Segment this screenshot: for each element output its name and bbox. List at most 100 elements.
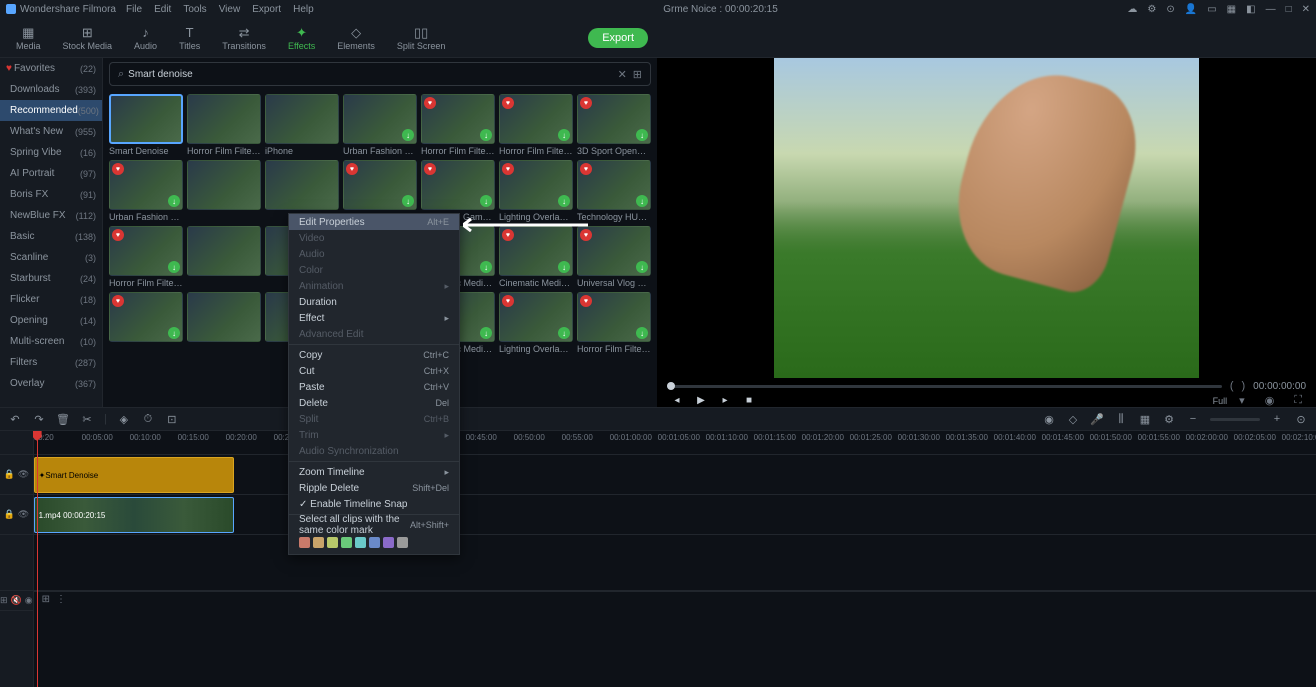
effect-clip[interactable]: ✦ Smart Denoise [34,457,234,493]
effect-cell[interactable]: ♥↓Lighting Overlay Overlay ... [499,160,573,222]
effect-cell[interactable]: ♥↓Horror Film Filter Pack O... [577,292,651,354]
color-swatch[interactable] [383,537,394,548]
cloud-icon[interactable]: ☁ [1127,4,1137,15]
effect-cell[interactable]: Smart Denoise [109,94,183,156]
effect-cell[interactable]: ♥↓Horror Film Filter Pack O... [421,94,495,156]
menu-tools[interactable]: Tools [183,4,206,15]
ctx-duration[interactable]: Duration [289,294,459,310]
effect-cell[interactable]: ♥↓ [109,292,183,354]
ctx-paste[interactable]: PasteCtrl+V [289,379,459,395]
color-swatch[interactable] [397,537,408,548]
menu-help[interactable]: Help [293,4,314,15]
settings2-icon[interactable]: ⚙ [1162,412,1176,426]
effect-cell[interactable] [187,226,261,288]
sidebar-item-basic[interactable]: Basic(138) [0,226,102,247]
download-badge-icon[interactable]: ↓ [168,195,180,207]
effect-cell[interactable]: iPhone [265,94,339,156]
snapshot-icon[interactable]: ◉ [1265,394,1275,407]
mic-icon[interactable]: 🎤 [1090,412,1104,426]
marker-button[interactable]: ◈ [117,412,131,426]
ctx-cut[interactable]: CutCtrl+X [289,363,459,379]
playhead[interactable] [37,431,38,687]
monitor-icon[interactable]: ▭ [1207,4,1216,15]
crop-button[interactable]: ⊡ [165,412,179,426]
track-head-video[interactable]: 🔒👁 [0,495,33,535]
sidebar-item-multi-screen[interactable]: Multi-screen(10) [0,331,102,352]
sidebar-item-what-s-new[interactable]: What's New(955) [0,121,102,142]
zoom-slider[interactable] [1210,418,1260,421]
ctx-enable-timeline-snap[interactable]: ✓ Enable Timeline Snap [289,496,459,512]
effect-cell[interactable]: ♥↓Technology HUD Pack O... [577,160,651,222]
tab-stock-media[interactable]: ⊞Stock Media [55,23,121,53]
menu-file[interactable]: File [126,4,142,15]
menu-export[interactable]: Export [252,4,281,15]
account-icon[interactable]: ◧ [1246,4,1255,15]
cut-button[interactable]: ✂ [80,412,94,426]
ctx-delete[interactable]: DeleteDel [289,395,459,411]
grid-view-icon[interactable]: ⊞ [633,68,642,81]
delete-button[interactable]: 🗑 [56,412,70,426]
bracket-in-icon[interactable]: ( [1230,380,1234,392]
zoomout-icon[interactable]: − [1186,412,1200,426]
video-clip[interactable]: 1.mp4 00:00:20:15 [34,497,234,533]
sidebar-item-starburst[interactable]: Starburst(24) [0,268,102,289]
play-button[interactable]: ▶ [695,395,707,407]
zoomin-icon[interactable]: + [1270,412,1284,426]
effect-cell[interactable]: ↓Urban Fashion Pack Over... [343,94,417,156]
video-track[interactable]: 1.mp4 00:00:20:15 [34,495,1316,535]
fullscreen-icon[interactable]: ⛶ [1294,394,1302,407]
layout-icon[interactable]: ▦ [1227,4,1236,15]
tab-titles[interactable]: TTitles [171,23,208,53]
color-swatch[interactable] [369,537,380,548]
download-badge-icon[interactable]: ↓ [480,129,492,141]
user-icon[interactable]: 👤 [1185,4,1197,15]
sidebar-item-opening[interactable]: Opening(14) [0,310,102,331]
color-swatch[interactable] [299,537,310,548]
tracks-icon[interactable]: ▦ [1138,412,1152,426]
eye-icon[interactable]: 👁 [18,469,29,480]
marker2-button[interactable]: ◇ [1066,412,1080,426]
fit-icon[interactable]: ⊙ [1294,412,1308,426]
download-badge-icon[interactable]: ↓ [636,195,648,207]
prev-frame-button[interactable]: ◂ [671,395,683,407]
sidebar-item-filters[interactable]: Filters(287) [0,352,102,373]
sidebar-item-ai-portrait[interactable]: AI Portrait(97) [0,163,102,184]
ctx-select-all-clips-with-the-same-color-mark[interactable]: Select all clips with the same color mar… [289,517,459,533]
download-badge-icon[interactable]: ↓ [402,129,414,141]
track-head-effect[interactable]: 🔒👁 [0,455,33,495]
tab-effects[interactable]: ✦Effects [280,23,323,53]
headphones-icon[interactable]: ⊙ [1166,4,1174,15]
sidebar-item-recommended[interactable]: Recommended(500) [0,100,102,121]
lock-icon[interactable]: 🔒 [3,469,14,480]
export-button[interactable]: Export [588,28,648,48]
download-badge-icon[interactable]: ↓ [558,129,570,141]
sidebar-item-spring-vibe[interactable]: Spring Vibe(16) [0,142,102,163]
download-badge-icon[interactable]: ↓ [402,195,414,207]
download-badge-icon[interactable]: ↓ [558,261,570,273]
download-badge-icon[interactable]: ↓ [168,327,180,339]
redo-button[interactable]: ↷ [32,412,46,426]
color-swatch[interactable] [327,537,338,548]
color-swatch[interactable] [341,537,352,548]
download-badge-icon[interactable]: ↓ [636,261,648,273]
ctx-effect[interactable]: Effect▸ [289,310,459,326]
tab-elements[interactable]: ◇Elements [329,23,383,53]
record-button[interactable]: ◉ [1042,412,1056,426]
download-badge-icon[interactable]: ↓ [480,327,492,339]
speed-button[interactable]: ⏱ [141,412,155,426]
close-icon[interactable]: ✕ [1302,4,1310,15]
track-head-audio[interactable]: ⊞🔇◉ [0,591,33,611]
sidebar-item-flicker[interactable]: Flicker(18) [0,289,102,310]
download-badge-icon[interactable]: ↓ [636,129,648,141]
effect-cell[interactable]: ♥↓Lighting Overlay Overlay ... [499,292,573,354]
download-badge-icon[interactable]: ↓ [636,327,648,339]
mute-icon[interactable]: 🔇 [11,595,22,606]
stop-button[interactable]: ■ [743,395,755,407]
undo-button[interactable]: ↶ [8,412,22,426]
sidebar-favorites[interactable]: ♥Favorites (22) [0,58,102,79]
download-badge-icon[interactable]: ↓ [480,261,492,273]
effect-cell[interactable] [187,160,261,222]
sidebar-item-newblue-fx[interactable]: NewBlue FX(112) [0,205,102,226]
add-track-icon[interactable]: ⊞ [42,594,50,605]
tab-media[interactable]: ▦Media [8,23,49,53]
